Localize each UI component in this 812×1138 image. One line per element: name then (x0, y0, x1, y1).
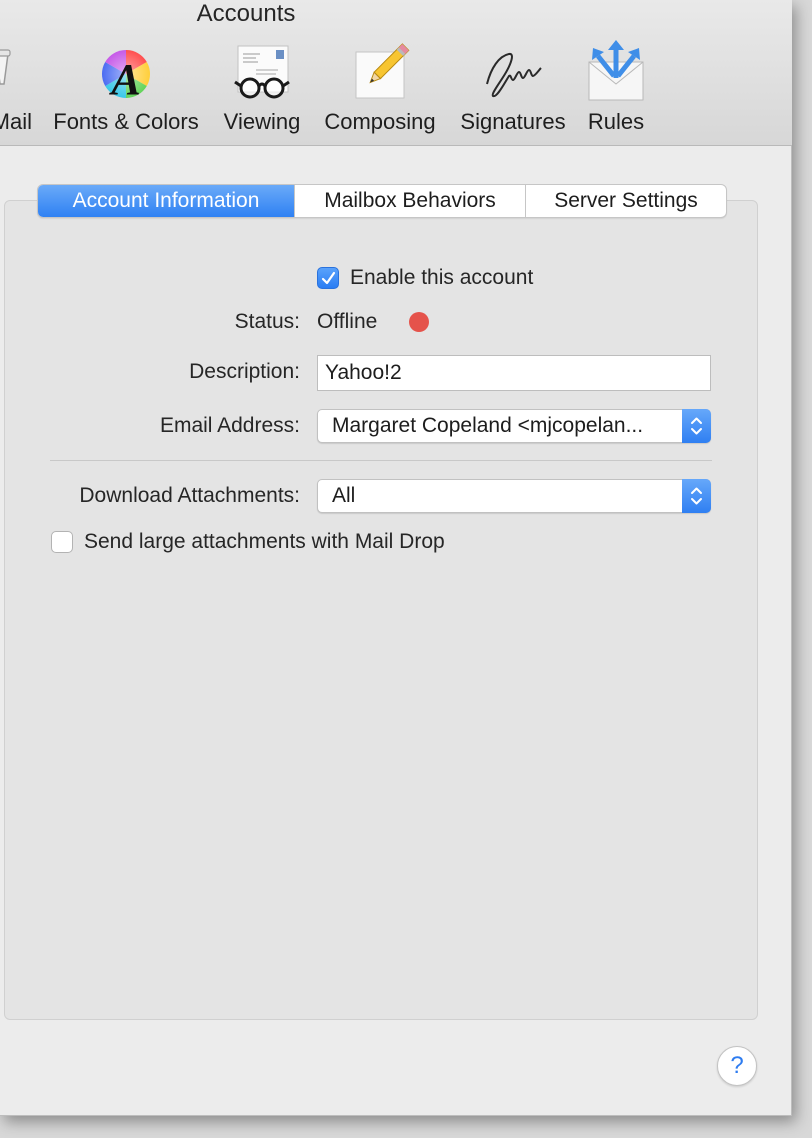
viewing-glasses-icon (226, 38, 298, 104)
fonts-colors-icon: A (90, 38, 162, 104)
rules-envelope-icon (580, 38, 652, 104)
section-divider (50, 460, 712, 461)
description-field[interactable]: Yahoo!2 (317, 355, 711, 391)
help-button[interactable]: ? (717, 1046, 757, 1086)
email-address-value: Margaret Copeland <mjcopelan... (332, 414, 644, 437)
email-address-stepper[interactable] (682, 409, 711, 443)
toolbar-item-fonts-colors[interactable]: A Fonts & Colors (47, 38, 205, 138)
chevron-updown-icon (691, 417, 702, 435)
status-offline-dot (409, 312, 429, 332)
download-attachments-value: All (332, 484, 356, 507)
enable-account-label: Enable this account (350, 266, 534, 289)
tab-server-settings[interactable]: Server Settings (525, 185, 726, 217)
mail-drop-checkbox[interactable] (51, 531, 73, 553)
status-label: Status: (234, 310, 300, 333)
window-title: Accounts (196, 0, 296, 27)
composing-pencil-icon (344, 38, 416, 104)
signature-icon (477, 38, 549, 104)
toolbar-label-fonts-colors: Fonts & Colors (53, 109, 199, 134)
download-attachments-label: Download Attachments: (79, 484, 300, 507)
toolbar-label-composing: Composing (324, 109, 436, 134)
description-label: Description: (189, 360, 300, 383)
status-value: Offline (317, 310, 378, 333)
download-attachments-stepper[interactable] (682, 479, 711, 513)
toolbar-item-rules[interactable]: Rules (580, 38, 652, 138)
toolbar-label-mail: Mail (0, 109, 32, 134)
checkmark-icon (321, 271, 336, 285)
email-address-popup[interactable]: Margaret Copeland <mjcopelan... (317, 409, 711, 443)
preferences-window: Accounts Mail A Fonts & Colors Viewing C… (0, 0, 792, 1116)
mail-general-icon (0, 38, 26, 104)
preferences-toolbar: Accounts Mail A Fonts & Colors Viewing C… (0, 0, 792, 146)
toolbar-item-signatures[interactable]: Signatures (452, 38, 574, 138)
download-attachments-popup[interactable]: All (317, 479, 711, 513)
toolbar-item-mail[interactable]: Mail (0, 38, 36, 138)
tab-mailbox-behaviors[interactable]: Mailbox Behaviors (294, 185, 525, 217)
mail-drop-label: Send large attachments with Mail Drop (84, 530, 445, 553)
enable-account-checkbox[interactable] (317, 267, 339, 289)
email-address-label: Email Address: (159, 414, 300, 437)
help-icon: ? (730, 1052, 744, 1079)
toolbar-label-rules: Rules (587, 109, 645, 134)
toolbar-label-viewing: Viewing (223, 109, 301, 134)
tab-account-information[interactable]: Account Information (38, 185, 294, 217)
toolbar-item-viewing[interactable]: Viewing (217, 38, 307, 138)
chevron-updown-icon (691, 487, 702, 505)
svg-text:A: A (108, 55, 140, 104)
account-tabs: Account Information Mailbox Behaviors Se… (37, 184, 727, 218)
toolbar-label-signatures: Signatures (460, 109, 566, 134)
toolbar-item-composing[interactable]: Composing (318, 38, 442, 138)
